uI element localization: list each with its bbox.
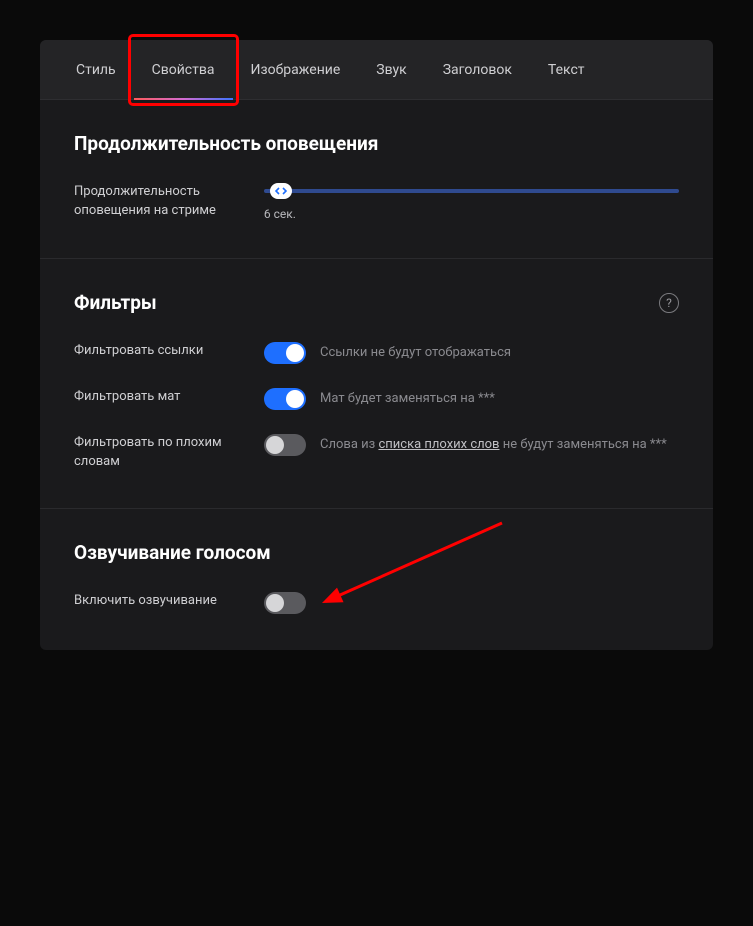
section-filters: Фильтры ? Фильтровать ссылки Ссылки не б… <box>40 259 713 509</box>
filter-profanity-label: Фильтровать мат <box>74 388 244 407</box>
filter-profanity-toggle[interactable] <box>264 388 306 410</box>
tab-text[interactable]: Текст <box>530 40 603 100</box>
duration-value: 6 сек. <box>264 207 296 221</box>
tab-properties[interactable]: Свойства <box>134 40 233 100</box>
section-voice: Озвучивание голосом Включить озвучивание <box>40 509 713 650</box>
settings-panel: Стиль Свойства Изображение Звук Заголово… <box>40 40 713 650</box>
duration-slider[interactable] <box>264 189 679 193</box>
tab-sound[interactable]: Звук <box>358 40 424 100</box>
enable-voice-label: Включить озвучивание <box>74 592 244 611</box>
tab-image[interactable]: Изображение <box>233 40 359 100</box>
filter-links-toggle[interactable] <box>264 342 306 364</box>
filter-links-desc: Ссылки не будут отображаться <box>320 344 511 363</box>
section-duration-title: Продолжительность оповещения <box>74 132 679 155</box>
duration-label: Продолжительность оповещения на стриме <box>74 183 244 221</box>
bad-words-list-link[interactable]: списка плохих слов <box>378 437 499 452</box>
filter-badwords-toggle[interactable] <box>264 434 306 456</box>
tab-bar: Стиль Свойства Изображение Звук Заголово… <box>40 40 713 100</box>
filter-links-label: Фильтровать ссылки <box>74 342 244 361</box>
enable-voice-toggle[interactable] <box>264 592 306 614</box>
filter-badwords-desc: Слова из списка плохих слов не будут зам… <box>320 436 667 455</box>
filter-badwords-label: Фильтровать по плохим словам <box>74 434 244 472</box>
duration-slider-thumb[interactable] <box>270 183 292 199</box>
help-icon[interactable]: ? <box>659 293 679 313</box>
section-filters-title: Фильтры <box>74 291 157 314</box>
tab-title[interactable]: Заголовок <box>425 40 530 100</box>
section-duration: Продолжительность оповещения Продолжител… <box>40 100 713 259</box>
filter-badwords-desc-post: не будут заменяться на *** <box>499 437 666 452</box>
filter-badwords-desc-pre: Слова из <box>320 437 378 452</box>
tab-style[interactable]: Стиль <box>58 40 134 100</box>
section-voice-title: Озвучивание голосом <box>74 541 679 564</box>
slider-grip-icon <box>275 186 287 196</box>
filter-profanity-desc: Мат будет заменяться на *** <box>320 390 495 409</box>
